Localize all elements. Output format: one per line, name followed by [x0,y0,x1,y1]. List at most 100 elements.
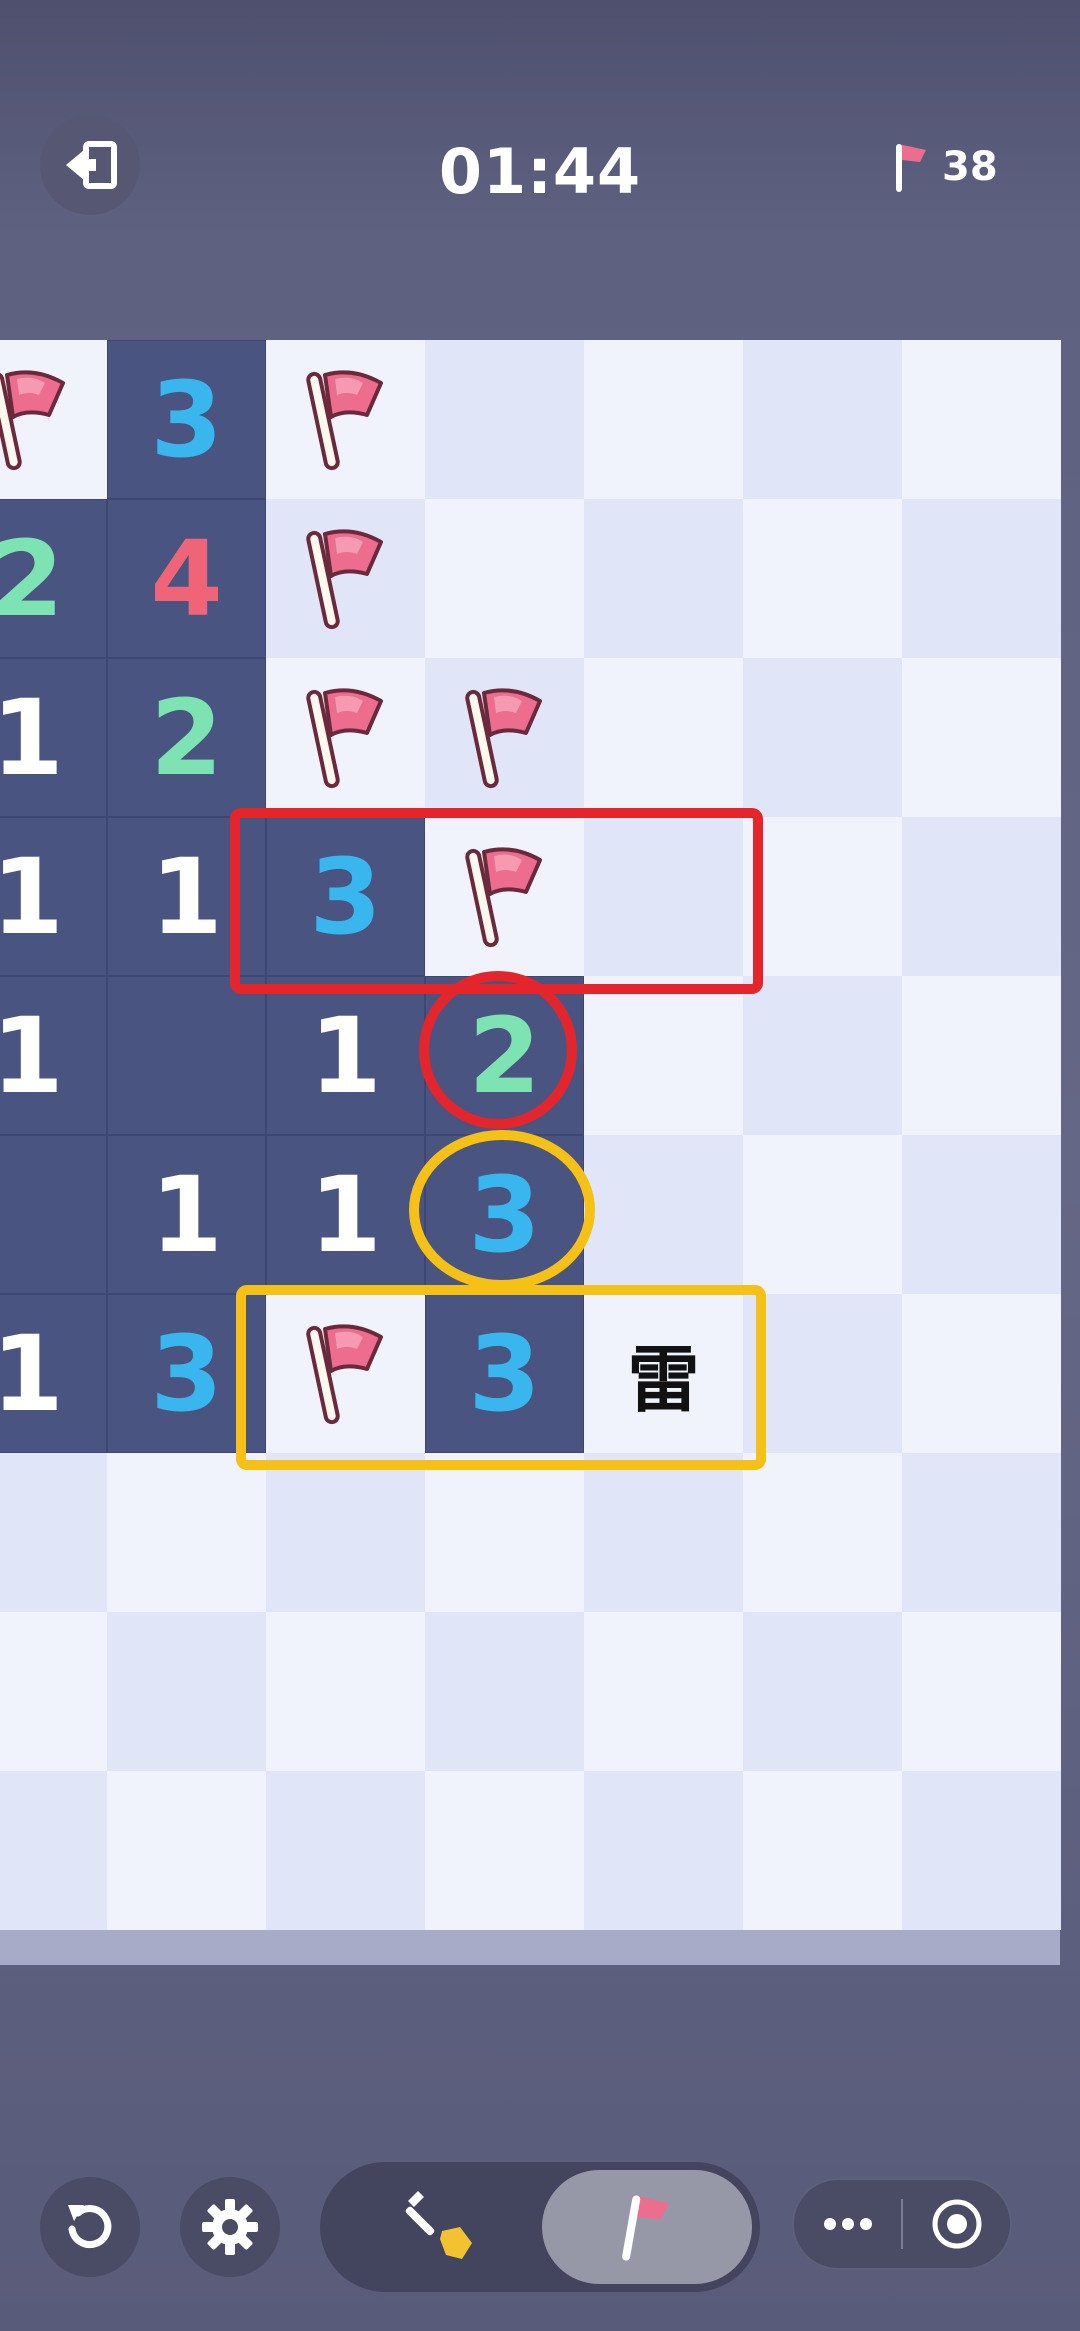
number-cell[interactable]: 3 [266,817,425,976]
hidden-cell[interactable] [107,1771,266,1930]
settings-button[interactable] [180,2177,280,2277]
hidden-cell[interactable] [425,1612,584,1771]
hidden-cell[interactable] [107,1453,266,1612]
hidden-cell[interactable] [743,817,902,976]
cell-number: 3 [468,1312,541,1435]
hidden-cell[interactable] [902,340,1061,499]
hidden-cell[interactable] [584,1453,743,1612]
hidden-cell[interactable] [743,658,902,817]
number-cell[interactable]: 2 [425,976,584,1135]
number-cell[interactable]: 1 [266,1135,425,1294]
flagged-cell[interactable] [0,340,107,499]
cell-number: 4 [150,517,223,640]
dig-mode-button[interactable] [350,2172,530,2282]
cell-number: 1 [0,676,64,799]
hidden-cell[interactable] [425,499,584,658]
number-cell[interactable]: 4 [107,499,266,658]
flagged-cell[interactable] [425,817,584,976]
mode-toggle [320,2162,760,2292]
hidden-cell[interactable] [107,1612,266,1771]
hidden-cell[interactable] [743,340,902,499]
more-icon [823,2218,872,2230]
number-cell[interactable]: 1 [266,976,425,1135]
number-cell[interactable]: 1 [107,817,266,976]
flag-icon [464,846,542,947]
bottom-toolbar [0,2150,1080,2331]
hidden-cell[interactable] [584,340,743,499]
hidden-cell[interactable] [425,1453,584,1612]
cell-number: 3 [468,1153,541,1276]
number-cell[interactable]: 2 [107,658,266,817]
hidden-cell[interactable] [743,1294,902,1453]
exit-button[interactable] [40,115,140,215]
hidden-cell[interactable] [902,1135,1061,1294]
hidden-cell[interactable] [902,817,1061,976]
flagged-cell[interactable] [425,658,584,817]
hidden-cell[interactable] [266,1453,425,1612]
hidden-cell[interactable] [584,817,743,976]
flag-mode-button[interactable] [542,2170,752,2284]
hidden-cell[interactable] [584,976,743,1135]
number-cell[interactable]: 3 [425,1135,584,1294]
hidden-cell[interactable] [902,1771,1061,1930]
restart-button[interactable] [40,2177,140,2277]
number-cell[interactable]: 3 [425,1294,584,1453]
cell-number: 1 [309,994,382,1117]
hidden-cell[interactable] [743,1771,902,1930]
hidden-cell[interactable] [902,1612,1061,1771]
number-cell[interactable]: 2 [0,499,107,658]
flagged-cell[interactable] [266,340,425,499]
game-board: 32412113112113133雷 [0,340,1061,1965]
flagged-cell[interactable] [266,1294,425,1453]
cell-number: 3 [150,1312,223,1435]
number-cell[interactable]: 3 [107,340,266,499]
restart-icon [68,2205,112,2249]
revealed-empty-cell[interactable] [107,976,266,1135]
number-cell[interactable]: 1 [0,976,107,1135]
number-cell[interactable]: 1 [0,1294,107,1453]
cell-number: 2 [150,676,223,799]
hidden-cell[interactable] [0,1771,107,1930]
mine-label-cell[interactable]: 雷 [584,1294,743,1453]
cell-number: 1 [309,1153,382,1276]
hidden-cell[interactable] [902,1453,1061,1612]
revealed-empty-cell[interactable] [0,1135,107,1294]
hidden-cell[interactable] [425,1771,584,1930]
hidden-cell[interactable] [743,499,902,658]
flag-icon [0,369,65,470]
hidden-cell[interactable] [584,1135,743,1294]
flag-icon [305,687,383,788]
hidden-cell[interactable] [902,658,1061,817]
flag-icon [305,1323,383,1424]
cell-number: 1 [150,1153,223,1276]
more-button[interactable] [794,2217,901,2231]
hidden-cell[interactable] [584,658,743,817]
hidden-cell[interactable] [266,1612,425,1771]
number-cell[interactable]: 1 [0,817,107,976]
number-cell[interactable]: 1 [107,1135,266,1294]
hidden-cell[interactable] [743,1612,902,1771]
hidden-cell[interactable] [584,499,743,658]
flagged-cell[interactable] [266,499,425,658]
number-cell[interactable]: 3 [107,1294,266,1453]
cell-number: 2 [468,994,541,1117]
mine-label: 雷 [627,1338,700,1422]
hidden-cell[interactable] [0,1612,107,1771]
flag-icon [305,369,383,470]
hidden-cell[interactable] [902,1294,1061,1453]
hidden-cell[interactable] [743,976,902,1135]
flag-icon [305,528,383,629]
hidden-cell[interactable] [425,340,584,499]
hidden-cell[interactable] [743,1453,902,1612]
hidden-cell[interactable] [902,976,1061,1135]
hidden-cell[interactable] [266,1771,425,1930]
hidden-cell[interactable] [584,1771,743,1930]
flagged-cell[interactable] [266,658,425,817]
target-icon [932,2199,981,2249]
hidden-cell[interactable] [902,499,1061,658]
number-cell[interactable]: 1 [0,658,107,817]
hidden-cell[interactable] [0,1453,107,1612]
hidden-cell[interactable] [743,1135,902,1294]
close-button[interactable] [903,2198,1010,2250]
hidden-cell[interactable] [584,1612,743,1771]
